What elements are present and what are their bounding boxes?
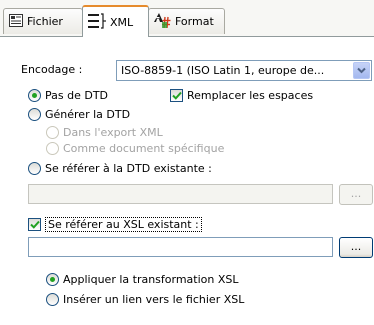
tab-format[interactable]: Format	[148, 8, 225, 34]
existing-xsl-checkbox[interactable]	[28, 218, 41, 231]
no-dtd-label: Pas de DTD	[45, 89, 109, 102]
insert-xsl-link-option[interactable]: Insérer un lien vers le fichier XSL	[46, 293, 244, 306]
as-document-option: Comme document spécifique	[46, 142, 224, 155]
no-dtd-radio[interactable]	[28, 89, 41, 102]
apply-xsl-label: Appliquer la transformation XSL	[63, 273, 239, 286]
existing-dtd-radio[interactable]	[28, 162, 41, 175]
existing-dtd-option[interactable]: Se référer à la DTD existante :	[28, 162, 212, 175]
replace-spaces-checkbox[interactable]	[170, 89, 183, 102]
encoding-label: Encodage :	[21, 63, 83, 76]
file-icon	[9, 13, 23, 30]
in-export-option: Dans l'export XML	[46, 126, 163, 139]
replace-spaces-option[interactable]: Remplacer les espaces	[170, 89, 313, 102]
generate-dtd-option[interactable]: Générer la DTD	[28, 108, 130, 121]
format-icon	[154, 12, 171, 31]
check-icon	[171, 91, 182, 100]
tab-fichier[interactable]: Fichier	[3, 8, 83, 34]
in-export-radio	[46, 126, 59, 139]
xml-tree-icon	[88, 12, 106, 32]
in-export-label: Dans l'export XML	[63, 126, 163, 139]
existing-xsl-browse-button[interactable]: ...	[339, 237, 373, 258]
insert-xsl-link-label: Insérer un lien vers le fichier XSL	[63, 293, 245, 306]
as-document-radio	[46, 142, 59, 155]
no-dtd-option[interactable]: Pas de DTD	[28, 89, 108, 102]
check-icon	[29, 220, 40, 229]
existing-xsl-path-field[interactable]	[28, 237, 333, 257]
encoding-value: ISO-8859-1 (ISO Latin 1, europe de...	[121, 64, 325, 77]
apply-xsl-radio[interactable]	[46, 273, 59, 286]
replace-spaces-label: Remplacer les espaces	[187, 89, 314, 102]
chevron-down-icon[interactable]	[353, 62, 370, 79]
generate-dtd-radio[interactable]	[28, 108, 41, 121]
tab-xml[interactable]: XML	[82, 5, 149, 37]
existing-xsl-label: Se référer au XSL existant :	[45, 217, 202, 232]
tab-divider	[0, 36, 374, 37]
tab-xml-label: XML	[110, 15, 134, 29]
generate-dtd-label: Générer la DTD	[45, 108, 131, 121]
encoding-row: Encodage :	[21, 63, 82, 76]
tab-fichier-label: Fichier	[27, 15, 63, 28]
tab-bar: Fichier XML Format	[0, 0, 374, 37]
tab-format-label: Format	[175, 15, 214, 28]
as-document-label: Comme document spécifique	[63, 142, 225, 155]
apply-xsl-option[interactable]: Appliquer la transformation XSL	[46, 273, 239, 286]
insert-xsl-link-radio[interactable]	[46, 293, 59, 306]
existing-dtd-browse-button: ...	[339, 184, 373, 205]
encoding-select[interactable]: ISO-8859-1 (ISO Latin 1, europe de...	[116, 60, 372, 81]
existing-dtd-label: Se référer à la DTD existante :	[45, 162, 212, 175]
existing-dtd-path-field	[28, 184, 333, 204]
xml-options-panel: Encodage : ISO-8859-1 (ISO Latin 1, euro…	[0, 37, 374, 325]
existing-xsl-option[interactable]: Se référer au XSL existant :	[28, 217, 202, 232]
